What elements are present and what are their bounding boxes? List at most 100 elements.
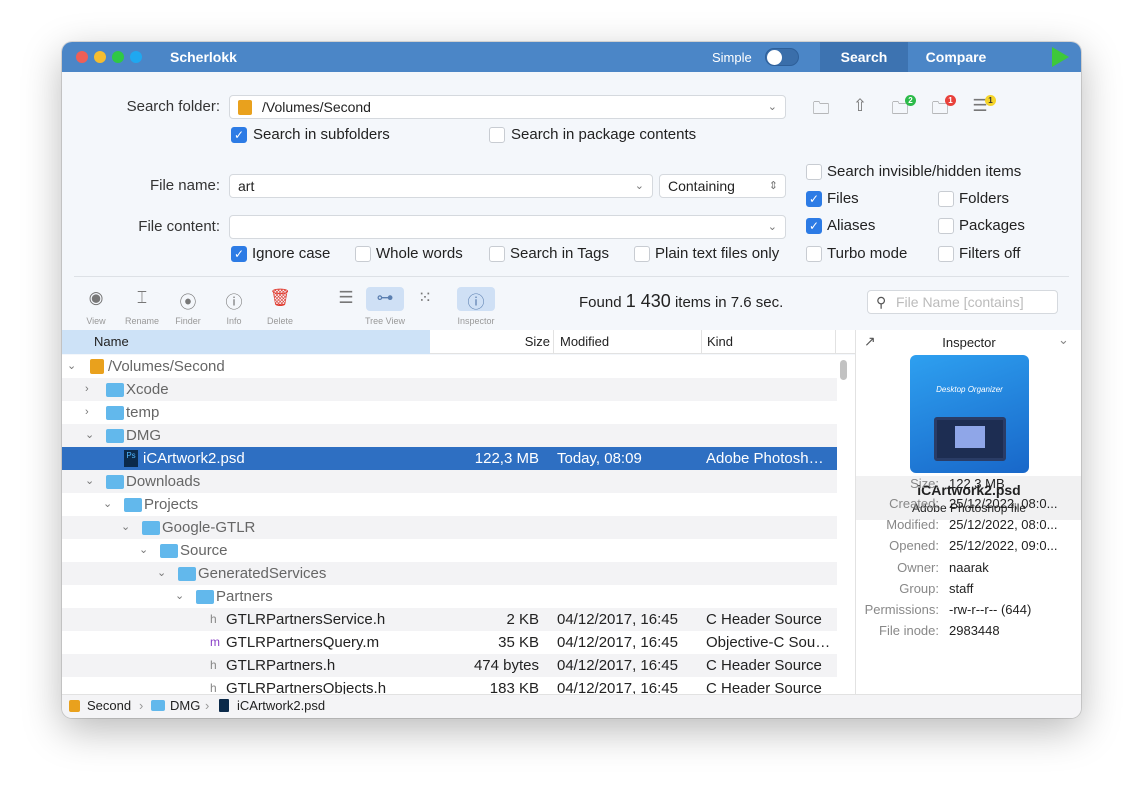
chevron-down-icon[interactable]: ⌄	[85, 470, 94, 493]
search-subfolders-checkbox[interactable]: ✓	[231, 127, 247, 143]
table-header: Name Size Modified Kind	[62, 330, 855, 354]
table-row[interactable]: m GTLRPartnersQuery.m 35 KB 04/12/2017, 16:…	[62, 631, 837, 654]
chevron-down-icon[interactable]: ⌄	[121, 516, 130, 539]
search-package-checkbox[interactable]	[489, 127, 505, 143]
row-modified: 04/12/2017, 16:45	[557, 634, 678, 651]
column-modified[interactable]: Modified	[553, 330, 701, 354]
chevron-down-icon[interactable]: ⌄	[103, 493, 112, 516]
table-row[interactable]: Ps iCArtwork2.psd 122,3 MB Today, 08:09 Adob…	[62, 447, 837, 470]
finder-pin-icon[interactable]: ⦿	[173, 288, 203, 313]
row-name: GTLRPartnersQuery.m	[226, 634, 380, 651]
view-eye-icon[interactable]: ◉	[81, 288, 111, 308]
table-row[interactable]: ⌄ Projects	[62, 493, 837, 516]
list-view-icon[interactable]: ☰	[331, 288, 361, 308]
breadcrumb-item[interactable]: DMG	[170, 695, 200, 717]
inspector-field-label: Modified:	[886, 517, 939, 532]
tab-compare[interactable]: Compare	[908, 42, 1004, 72]
filter-search-input[interactable]: ⚲ File Name [contains]	[867, 290, 1058, 314]
row-kind: Objective-C Source	[706, 634, 831, 651]
open-folder-icon[interactable]: 🗀	[806, 96, 836, 125]
table-row[interactable]: ⌄ Google-GTLR	[62, 516, 837, 539]
breadcrumb-item[interactable]: iCArtwork2.psd	[237, 695, 325, 717]
table-row[interactable]: ⌄ Source	[62, 539, 837, 562]
folder-icon	[142, 521, 160, 535]
chevron-down-icon[interactable]: ⌄	[139, 539, 148, 562]
row-size: 183 KB	[489, 680, 539, 694]
inspector-title: Inspector	[942, 335, 996, 350]
grid-view-icon[interactable]: ⁙	[410, 288, 440, 308]
tab-search[interactable]: Search	[820, 42, 908, 72]
row-size: 2 KB	[506, 611, 539, 628]
found-suffix: items in 7.6 sec.	[674, 294, 784, 311]
table-row[interactable]: h GTLRPartners.h 474 bytes 04/12/2017, 16:4…	[62, 654, 837, 677]
plain-text-checkbox[interactable]	[634, 246, 650, 262]
chevron-right-icon[interactable]: ›	[85, 378, 89, 401]
scrollbar-thumb[interactable]	[840, 360, 847, 380]
tree-view-button[interactable]: ⊶	[366, 287, 404, 311]
invisible-checkbox[interactable]	[806, 164, 822, 180]
search-folder-combo[interactable]: /Volumes/Second ⌄	[229, 95, 786, 119]
column-size[interactable]: Size	[492, 330, 550, 354]
updown-chevron-icon: ⇕	[768, 180, 778, 192]
close-button[interactable]	[76, 51, 88, 63]
search-tags-checkbox[interactable]	[489, 246, 505, 262]
tree-view-icon: ⊶	[376, 288, 394, 307]
table-row[interactable]: ⌄ Partners	[62, 585, 837, 608]
row-kind: C Header Source	[706, 657, 822, 674]
chevron-down-icon[interactable]: ⌄	[67, 355, 76, 378]
parent-folder-arrow-icon[interactable]: ⇧	[845, 96, 875, 116]
breadcrumb-item[interactable]: Second	[87, 695, 131, 717]
chevron-down-icon[interactable]: ⌄	[768, 96, 777, 118]
rename-icon[interactable]: ⌶	[127, 288, 157, 308]
file-name-input[interactable]: art ⌄	[229, 174, 653, 198]
column-kind[interactable]: Kind	[701, 330, 836, 354]
trash-icon[interactable]: 🗑	[265, 288, 295, 308]
match-mode-select[interactable]: Containing ⇕	[659, 174, 786, 198]
inspector-button[interactable]: ⓘ	[457, 287, 495, 312]
table-row[interactable]: h GTLRPartnersService.h 2 KB 04/12/2017, 16…	[62, 608, 837, 631]
chevron-down-icon[interactable]: ⌄	[85, 424, 94, 447]
table-row[interactable]: ⌄ GeneratedServices	[62, 562, 837, 585]
inspector-field-value: staff	[949, 581, 974, 596]
minimize-button[interactable]	[94, 51, 106, 63]
file-tree-list[interactable]: ⌄ /Volumes/Second › Xcode › temp ⌄ DMG Ps iCArtwo…	[62, 355, 855, 694]
inspector-field-label: Created:	[889, 496, 939, 511]
chevron-right-icon[interactable]: ›	[85, 401, 89, 424]
table-row[interactable]: ⌄ /Volumes/Second	[62, 355, 837, 378]
table-row[interactable]: h GTLRPartnersObjects.h 183 KB 04/12/2017, …	[62, 677, 837, 694]
info-icon[interactable]: ⓘ	[219, 288, 249, 313]
zoom-button[interactable]	[112, 51, 124, 63]
title-bar: Scherlokk Simple Search Compare	[62, 42, 1081, 72]
packages-checkbox[interactable]	[938, 218, 954, 234]
chevron-down-icon[interactable]: ⌄	[1058, 332, 1069, 348]
row-kind: C Header Source	[706, 680, 822, 694]
aliases-checkbox[interactable]: ✓	[806, 218, 822, 234]
file-name-value: art	[238, 178, 255, 194]
chevron-down-icon[interactable]: ⌄	[635, 175, 644, 197]
view-label: View	[86, 316, 106, 326]
table-row[interactable]: › temp	[62, 401, 837, 424]
turbo-checkbox[interactable]	[806, 246, 822, 262]
chevron-down-icon[interactable]: ⌄	[157, 562, 166, 585]
files-checkbox[interactable]: ✓	[806, 191, 822, 207]
row-name: Partners	[216, 588, 273, 605]
table-row[interactable]: ⌄ Downloads	[62, 470, 837, 493]
ignore-case-checkbox[interactable]: ✓	[231, 246, 247, 262]
inspector-label: Inspector	[457, 316, 495, 326]
table-row[interactable]: › Xcode	[62, 378, 837, 401]
folder-icon	[106, 475, 124, 489]
filters-off-checkbox[interactable]	[938, 246, 954, 262]
turbo-label: Turbo mode	[827, 245, 908, 262]
psd-file-icon: Ps	[124, 450, 138, 467]
simple-toggle[interactable]	[765, 48, 799, 66]
folder-icon	[151, 700, 165, 711]
whole-words-checkbox[interactable]	[355, 246, 371, 262]
file-content-input[interactable]: ⌄	[229, 215, 786, 239]
chevron-down-icon[interactable]: ⌄	[768, 216, 777, 238]
folders-checkbox[interactable]	[938, 191, 954, 207]
start-search-play-icon[interactable]	[1052, 47, 1069, 67]
chevron-down-icon[interactable]: ⌄	[175, 585, 184, 608]
table-row[interactable]: ⌄ DMG	[62, 424, 837, 447]
row-name: GeneratedServices	[198, 565, 327, 582]
column-name[interactable]: Name	[62, 330, 430, 354]
